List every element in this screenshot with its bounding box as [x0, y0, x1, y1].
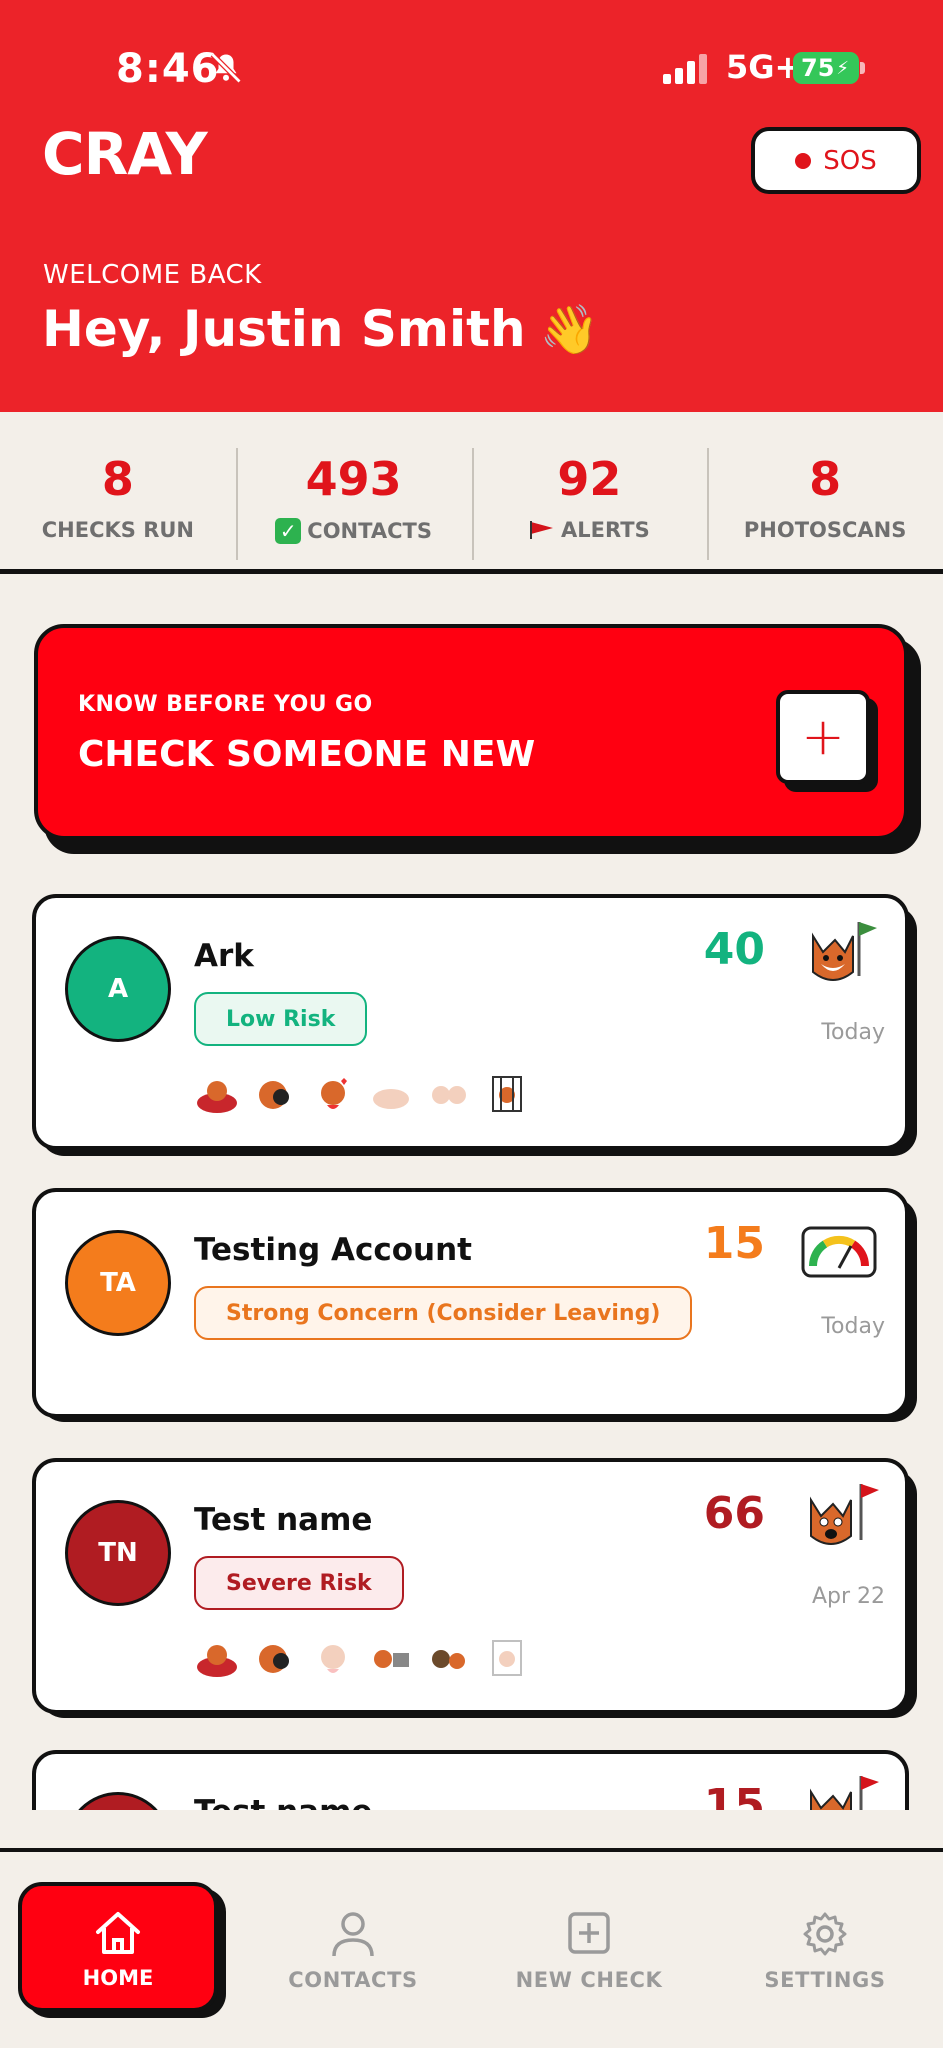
fox-in-roses-badge-icon	[194, 1072, 240, 1116]
contact-name: Testing Account	[194, 1232, 473, 1268]
home-icon	[96, 1912, 140, 1954]
badge-row	[194, 1636, 530, 1680]
red-flag-icon	[530, 521, 554, 539]
stat-value: 8	[809, 452, 842, 506]
tab-label: CONTACTS	[288, 1968, 418, 1992]
stats-bar: 8 CHECKS RUN 493 ✓ CONTACTS 92 ALERTS 8 P…	[0, 412, 943, 574]
check-card[interactable]: TA Testing Account Strong Concern (Consi…	[32, 1188, 909, 1418]
fox-green-flag-icon	[812, 922, 877, 981]
tab-bar: HOME CONTACTS NEW CHECK SETTINGS	[0, 1848, 943, 2048]
battery-level: 75	[801, 54, 835, 82]
greeting: Hey, Justin Smith 👋	[42, 300, 599, 358]
check-date: Today	[821, 1020, 885, 1045]
fox-pair-badge-icon	[426, 1072, 472, 1116]
avatar: TN	[65, 1500, 171, 1606]
tab-contacts[interactable]: CONTACTS	[253, 1882, 453, 2022]
avatar: A	[65, 936, 171, 1042]
fox-heart-badge-icon	[310, 1072, 356, 1116]
stat-value: 92	[557, 452, 622, 506]
stat-label: ALERTS	[561, 518, 650, 542]
status-bar: 8:46 5G+ 75 ⚡	[0, 46, 943, 94]
battery-indicator: 75 ⚡	[793, 52, 859, 84]
fox-pair-badge-icon	[426, 1636, 472, 1680]
signal-icon	[663, 54, 707, 84]
fox-magnifier-badge-icon	[252, 1636, 298, 1680]
stat-photoscans[interactable]: 8 PHOTOSCANS	[707, 412, 943, 569]
plus-square-icon	[568, 1912, 610, 1954]
stat-contacts[interactable]: 493 ✓ CONTACTS	[235, 412, 472, 569]
bell-muted-icon	[210, 52, 242, 84]
tab-label: NEW CHECK	[515, 1968, 663, 1992]
status-time: 8:46	[116, 46, 220, 92]
battery-nub	[860, 62, 865, 74]
fox-in-cage-badge-icon	[484, 1072, 530, 1116]
risk-badge: Severe Risk	[194, 1556, 404, 1610]
header: 8:46 5G+ 75 ⚡ CRAY SOS WELCOME BACK Hey, …	[0, 0, 943, 412]
check-box-icon: ✓	[275, 518, 302, 544]
person-icon	[332, 1912, 374, 1957]
risk-score: 66	[703, 1488, 765, 1539]
stat-checks-run[interactable]: 8 CHECKS RUN	[0, 412, 236, 569]
risk-score: 40	[703, 924, 765, 975]
cta-title: CHECK SOMEONE NEW	[78, 734, 536, 775]
check-card[interactable]: A Ark Low Risk 40 Today	[32, 894, 909, 1150]
fox-laptop-badge-icon	[368, 1636, 414, 1680]
gear-icon	[803, 1912, 847, 1956]
stat-label: CONTACTS	[307, 519, 432, 543]
stat-value: 8	[101, 452, 134, 506]
fox-magnifier-badge-icon	[252, 1072, 298, 1116]
risk-badge: Low Risk	[194, 992, 368, 1046]
check-date: Today	[821, 1314, 885, 1339]
stat-label: CHECKS RUN	[41, 518, 194, 542]
contact-name: Ark	[194, 938, 254, 974]
fox-heart-badge-icon	[310, 1636, 356, 1680]
fox-in-cage-badge-icon	[484, 1636, 530, 1680]
wave-emoji-icon: 👋	[539, 301, 600, 358]
greeting-text: Hey, Justin Smith	[42, 300, 526, 358]
new-check-plus-button[interactable]: +	[776, 690, 870, 784]
risk-score: 15	[703, 1218, 765, 1269]
risk-badge: Strong Concern (Consider Leaving)	[194, 1286, 693, 1340]
scroll-fade	[0, 1810, 943, 1848]
tab-home[interactable]: HOME	[18, 1882, 218, 2012]
welcome-label: WELCOME BACK	[43, 260, 262, 290]
contact-name: Test name	[194, 1502, 373, 1538]
tab-label: SETTINGS	[764, 1968, 886, 1992]
sos-button[interactable]: SOS	[751, 127, 921, 194]
check-date: Apr 22	[811, 1584, 885, 1609]
fox-red-flag-icon	[810, 1484, 879, 1545]
sos-dot-icon	[795, 152, 812, 169]
stat-alerts[interactable]: 92 ALERTS	[471, 412, 708, 569]
check-card[interactable]: TN Test name Severe Risk 66 Apr 22	[32, 1458, 909, 1714]
check-someone-new-card[interactable]: KNOW BEFORE YOU GO CHECK SOMEONE NEW +	[34, 624, 908, 840]
risk-gauge-icon	[801, 1226, 877, 1278]
badge-row	[194, 1072, 530, 1116]
cta-kicker: KNOW BEFORE YOU GO	[78, 692, 373, 717]
stat-value: 493	[305, 452, 402, 506]
fox-in-roses-badge-icon	[194, 1636, 240, 1680]
charging-bolt-icon: ⚡	[836, 57, 850, 79]
stat-label: PHOTOSCANS	[743, 518, 907, 542]
sos-label: SOS	[823, 145, 877, 176]
avatar: TA	[65, 1230, 171, 1336]
tab-label: HOME	[82, 1966, 154, 1990]
network-type: 5G+	[726, 48, 802, 86]
app-logo: CRAY	[42, 120, 208, 188]
tab-new-check[interactable]: NEW CHECK	[489, 1882, 689, 2022]
tab-settings[interactable]: SETTINGS	[725, 1882, 925, 2022]
fox-sleeping-badge-icon	[368, 1072, 414, 1116]
